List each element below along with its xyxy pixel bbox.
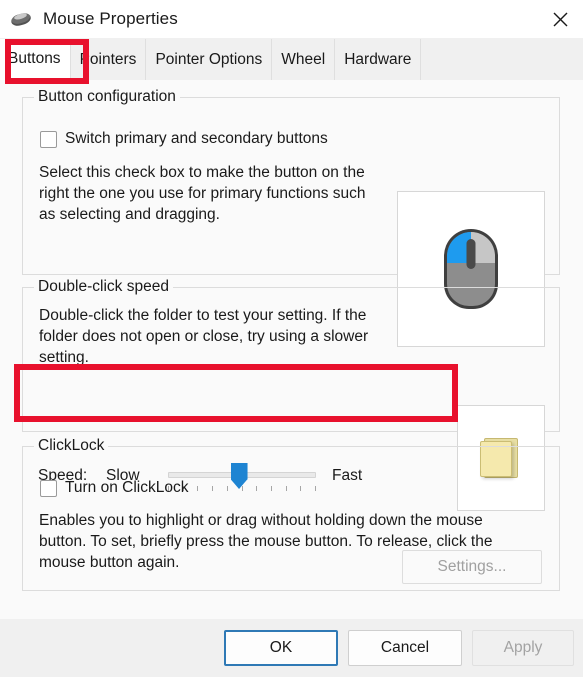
title-bar: Mouse Properties bbox=[0, 0, 583, 38]
tab-wheel[interactable]: Wheel bbox=[272, 39, 336, 80]
turn-on-clicklock-checkbox-row[interactable]: Turn on ClickLock bbox=[40, 479, 188, 497]
double-click-speed-description: Double-click the folder to test your set… bbox=[39, 307, 369, 366]
tab-pointer-options[interactable]: Pointer Options bbox=[146, 39, 273, 80]
switch-primary-secondary-label: Switch primary and secondary buttons bbox=[65, 130, 328, 147]
clicklock-label: ClickLock bbox=[34, 437, 109, 455]
mouse-icon bbox=[9, 10, 33, 28]
dialog-footer: OK Cancel Apply bbox=[0, 619, 583, 677]
double-click-speed-label: Double-click speed bbox=[34, 278, 173, 296]
tab-content-buttons: Button configuration Switch primary and … bbox=[0, 80, 583, 677]
button-configuration-description: Select this check box to make the button… bbox=[39, 164, 366, 223]
button-configuration-label: Button configuration bbox=[34, 88, 180, 106]
ok-button[interactable]: OK bbox=[224, 630, 338, 666]
clicklock-description: Enables you to highlight or drag without… bbox=[39, 512, 493, 571]
turn-on-clicklock-checkbox[interactable] bbox=[40, 479, 57, 497]
tab-hardware[interactable]: Hardware bbox=[335, 39, 422, 80]
mouse-properties-dialog: Mouse Properties Buttons Pointers Pointe… bbox=[0, 0, 583, 677]
window-title: Mouse Properties bbox=[43, 9, 178, 28]
apply-button[interactable]: Apply bbox=[472, 630, 574, 666]
turn-on-clicklock-label: Turn on ClickLock bbox=[65, 479, 189, 496]
tab-buttons[interactable]: Buttons bbox=[0, 39, 71, 80]
switch-primary-secondary-checkbox-row[interactable]: Switch primary and secondary buttons bbox=[40, 130, 328, 148]
tab-pointers[interactable]: Pointers bbox=[70, 39, 147, 80]
mouse-wheel-icon bbox=[466, 239, 476, 269]
close-icon[interactable] bbox=[537, 0, 583, 38]
tab-strip: Buttons Pointers Pointer Options Wheel H… bbox=[0, 38, 583, 81]
cancel-button[interactable]: Cancel bbox=[348, 630, 462, 666]
switch-primary-secondary-checkbox[interactable] bbox=[40, 130, 57, 148]
